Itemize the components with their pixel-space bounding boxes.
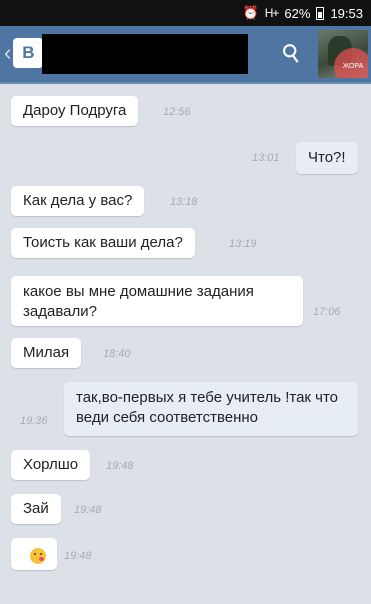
status-icons: ⏰ H+ 62% 19:53 — [243, 5, 363, 21]
vk-logo: В — [13, 38, 44, 68]
message-text: Милая — [23, 344, 70, 361]
message-time: 18:40 — [103, 348, 131, 360]
header-divider — [0, 82, 371, 84]
paperclip-icon[interactable]: ⚲ — [270, 32, 315, 77]
redacted-contact-name — [42, 34, 248, 74]
back-button[interactable]: ‹ В — [4, 38, 44, 68]
message-time: 19:48 — [74, 504, 102, 516]
chat-header: ‹ В ⚲ ЖОРА — [0, 26, 371, 82]
message-time: 19:36 — [20, 415, 48, 427]
message-bubble[interactable]: какое вы мне домашние задания задавали? — [11, 276, 303, 326]
message-bubble[interactable]: Что?! — [296, 142, 358, 174]
message-time: 13:01 — [252, 152, 280, 164]
watermark-stamp: ЖОРА — [334, 48, 368, 78]
clock: 19:53 — [330, 5, 363, 21]
alarm-icon: ⏰ — [242, 5, 259, 20]
contact-avatar[interactable]: ЖОРА — [318, 30, 368, 78]
message-bubble[interactable]: Тоисть как ваши дела? — [11, 228, 195, 258]
message-bubble[interactable]: так,во-первых я тебе учитель !так что ве… — [64, 382, 358, 436]
signal-icon: H+ — [264, 6, 280, 20]
message-bubble[interactable]: Дароу Подруга — [11, 96, 139, 126]
battery-icon — [316, 6, 325, 20]
battery-percent: 62% — [284, 5, 311, 21]
message-text: Что?! — [308, 149, 346, 166]
message-text: Как дела у вас? — [23, 192, 133, 209]
message-time: 17:06 — [313, 306, 341, 318]
message-time: 19:48 — [106, 460, 134, 472]
message-text: Хорлшо — [23, 456, 79, 473]
message-bubble[interactable]: Милая — [11, 338, 82, 368]
message-time: 13:18 — [170, 196, 198, 208]
message-text: так,во-первых я тебе учитель !так что ве… — [76, 389, 339, 426]
message-text: Тоисть как ваши дела? — [23, 234, 183, 251]
message-bubble[interactable]: Зай — [11, 494, 61, 524]
kiss-emoji-icon — [30, 548, 46, 564]
message-bubble[interactable]: Хорлшо — [11, 450, 91, 480]
message-text: Дароу Подруга — [23, 102, 127, 119]
message-text: Зай — [23, 500, 49, 517]
status-bar: ⏰ H+ 62% 19:53 — [0, 0, 371, 26]
message-time: 13:19 — [229, 238, 257, 250]
message-time: 12:56 — [163, 106, 191, 118]
message-time: 19:48 — [64, 550, 92, 562]
message-text: какое вы мне домашние задания задавали? — [23, 283, 254, 320]
chevron-left-icon: ‹ — [4, 40, 12, 65]
message-bubble[interactable]: Как дела у вас? — [11, 186, 145, 216]
